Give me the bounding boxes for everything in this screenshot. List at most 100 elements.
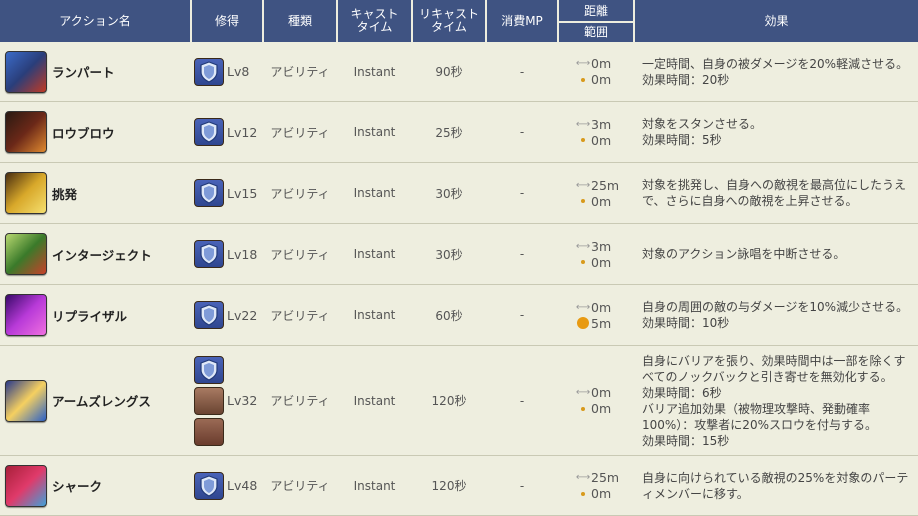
distance-value: 3m [591, 116, 612, 132]
shirk-icon[interactable] [5, 464, 47, 507]
kind-cell: アビリティ [270, 125, 330, 140]
range-cell: ⟷ 0m 5m [559, 285, 633, 345]
arms-length-icon[interactable] [5, 379, 47, 422]
rampart-icon[interactable] [5, 50, 47, 93]
recast-time-cell: 25秒 [435, 125, 463, 140]
action-name[interactable]: 挑発 [52, 184, 77, 203]
effect-line: 効果時間：10秒 [642, 316, 730, 330]
area-dot-icon [581, 138, 585, 142]
learn-cell: Lv22 [192, 285, 262, 345]
range-value: 5m [591, 315, 612, 331]
cast-time-cell: Instant [353, 478, 396, 493]
area-dot-icon [581, 406, 585, 411]
learn-level: Lv15 [227, 185, 258, 201]
effect-line: 効果時間：15秒 [642, 433, 730, 448]
learn-cell: Lv8 [192, 42, 262, 101]
table-row: 挑発 Lv15 アビリティ Instant 30秒 - ⟷ 25m 0m 対象を挑… [0, 163, 918, 224]
recast-time-cell: 60秒 [435, 308, 463, 323]
header-effect: 効果 [635, 0, 918, 42]
tank-role-icon[interactable] [194, 179, 224, 207]
provoke-icon[interactable] [5, 172, 47, 214]
area-circle-icon [577, 317, 589, 329]
range-cell: ⟷ 3m 0m [559, 224, 633, 284]
action-name[interactable]: ロウブロウ [52, 123, 115, 142]
recast-time-cell: 120秒 [431, 479, 467, 493]
range-cell: ⟷ 0m 0m [559, 346, 633, 455]
cast-time-cell: Instant [353, 247, 396, 261]
area-dot-icon [581, 77, 585, 82]
table-row: ランパート Lv8 アビリティ Instant 90秒 - ⟷ 0m 0m 一定時… [0, 42, 918, 102]
action-name-cell: リプライザル [0, 285, 190, 345]
effect-line: 自身の周囲の敵の与ダメージを10%減少させる。 [642, 300, 909, 314]
kind-cell: アビリティ [270, 65, 330, 79]
effect-cell: 対象をスタンさせる。 効果時間：5秒 [635, 102, 918, 162]
reprisal-icon[interactable] [5, 294, 47, 336]
distance-arrow-icon: ⟷ [575, 240, 591, 252]
effect-line: 自身にバリアを張り、効果時間中は一部を除くす [642, 353, 906, 368]
header-distance-range: 距離 範囲 [559, 0, 633, 42]
action-name[interactable]: ランパート [52, 62, 115, 81]
mp-cell: - [519, 186, 525, 200]
effect-cell: 自身の周囲の敵の与ダメージを10%減少させる。 効果時間：10秒 [635, 285, 918, 345]
effect-line: バリア追加効果（被物理攻撃時、発動確率 [642, 401, 871, 416]
kind-cell: アビリティ [270, 186, 330, 201]
mp-cell: - [519, 125, 525, 139]
tank-role-icon[interactable] [194, 240, 224, 268]
learn-level: Lv18 [227, 246, 258, 262]
mp-cell: - [519, 393, 525, 408]
learn-level: Lv8 [227, 64, 250, 79]
melee-role-icon[interactable] [194, 386, 224, 415]
kind-cell: アビリティ [270, 247, 330, 262]
range-cell: ⟷ 25m 0m [559, 163, 633, 223]
learn-level: Lv22 [227, 307, 258, 323]
interject-icon[interactable] [5, 233, 47, 275]
ranged-role-icon[interactable] [194, 417, 224, 446]
kind-cell: アビリティ [270, 479, 330, 493]
action-name[interactable]: リプライザル [52, 306, 127, 325]
learn-cell: Lv32 [192, 346, 262, 455]
range-value: 0m [591, 486, 612, 501]
effect-cell: 対象を挑発し、自身への敵視を最高位にしたうえ で、さらに自身への敵視を上昇させる。 [635, 163, 918, 223]
action-name[interactable]: アームズレングス [52, 391, 151, 410]
tank-role-icon[interactable] [194, 118, 224, 146]
recast-time-cell: 120秒 [431, 394, 467, 408]
tank-role-icon[interactable] [194, 471, 224, 500]
tank-role-icon[interactable] [194, 355, 224, 384]
effect-cell: 自身にバリアを張り、効果時間中は一部を除くす べてのノックバックと引き寄せを無効化… [635, 346, 918, 455]
kind-cell: アビリティ [270, 394, 330, 408]
range-value: 0m [591, 72, 612, 87]
distance-arrow-icon: ⟷ [575, 472, 591, 483]
low-blow-icon[interactable] [5, 111, 47, 153]
learn-cell: Lv15 [192, 163, 262, 223]
effect-line: 一定時間、自身の被ダメージを20%軽減させる。 [642, 56, 909, 71]
distance-value: 0m [591, 385, 612, 400]
effect-cell: 一定時間、自身の被ダメージを20%軽減させる。 効果時間：20秒 [635, 42, 918, 101]
kind-cell: アビリティ [270, 308, 330, 323]
effect-line: 効果時間：20秒 [642, 72, 730, 87]
effect-line: で、さらに自身への敵視を上昇させる。 [642, 194, 858, 208]
header-recast-time: リキャスト タイム [413, 0, 485, 42]
tank-role-icon[interactable] [194, 57, 224, 86]
header-distance: 距離 [583, 3, 608, 18]
distance-value: 25m [591, 177, 620, 193]
effect-line: べてのノックバックと引き寄せを無効化する。 [642, 369, 893, 384]
action-name-cell: シャーク [0, 456, 190, 515]
action-name[interactable]: シャーク [52, 476, 102, 495]
effect-line: 100%）：攻撃者に20%スロウを付与する。 [642, 417, 877, 432]
tank-role-icon[interactable] [194, 301, 224, 329]
distance-arrow-icon: ⟷ [575, 387, 591, 398]
range-cell: ⟷ 0m 0m [559, 42, 633, 101]
range-value: 0m [591, 254, 612, 270]
range-cell: ⟷ 3m 0m [559, 102, 633, 162]
action-name-cell: ロウブロウ [0, 102, 190, 162]
mp-cell: - [519, 308, 525, 322]
range-value: 0m [591, 132, 612, 148]
action-name[interactable]: インタージェクト [52, 245, 152, 264]
distance-arrow-icon: ⟷ [575, 179, 591, 191]
table-row: アームズレングス Lv32 アビリティ Instant 120秒 - ⟷ 0m 0… [0, 346, 918, 456]
effect-line: 対象をスタンさせる。 [642, 117, 763, 131]
area-dot-icon [581, 260, 585, 264]
effect-line: ィメンバーに移す。 [642, 486, 749, 501]
recast-time-cell: 30秒 [435, 186, 463, 201]
cast-time-cell: Instant [353, 186, 396, 200]
